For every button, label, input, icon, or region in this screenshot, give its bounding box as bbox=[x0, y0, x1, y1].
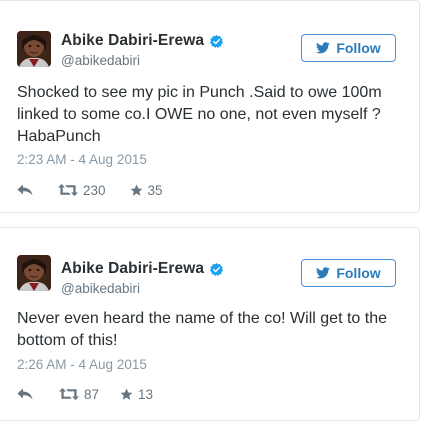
tweet-text-line: bottom of this! bbox=[17, 332, 118, 349]
reply-icon bbox=[17, 388, 33, 400]
retweet-button[interactable]: 230 bbox=[58, 183, 106, 198]
tweet-embed-page: Abike Dabiri-Erewa @abikedabiri Follow S… bbox=[0, 0, 424, 426]
retweet-count: 230 bbox=[83, 182, 106, 198]
retweet-count: 87 bbox=[84, 386, 100, 402]
tweet-actions: 230 35 bbox=[17, 181, 163, 199]
tweet-text: Shocked to see my pic in Punch .Said to … bbox=[17, 82, 407, 148]
tweet-card: Abike Dabiri-Erewa @abikedabiri Follow N… bbox=[0, 227, 420, 421]
star-icon bbox=[120, 388, 133, 400]
follow-button[interactable]: Follow bbox=[301, 34, 396, 62]
star-icon bbox=[130, 184, 142, 196]
tweet-text-line: Never even heard the name of the co! Wil… bbox=[17, 310, 387, 327]
avatar[interactable] bbox=[17, 31, 51, 67]
follow-button-label: Follow bbox=[336, 265, 381, 281]
avatar-image bbox=[17, 255, 51, 291]
user-info: Abike Dabiri-Erewa @abikedabiri bbox=[61, 259, 224, 296]
follow-button[interactable]: Follow bbox=[301, 259, 396, 287]
avatar-image bbox=[17, 31, 51, 67]
tweet-card: Abike Dabiri-Erewa @abikedabiri Follow S… bbox=[0, 0, 420, 213]
user-info: Abike Dabiri-Erewa @abikedabiri bbox=[61, 31, 224, 68]
retweet-button[interactable]: 87 bbox=[59, 387, 99, 402]
favorite-button[interactable]: 35 bbox=[130, 183, 163, 198]
verified-badge-icon bbox=[210, 262, 224, 276]
display-name-row: Abike Dabiri-Erewa bbox=[61, 259, 224, 279]
display-name[interactable]: Abike Dabiri-Erewa bbox=[61, 32, 204, 50]
tweet-text-line: HabaPunch bbox=[17, 128, 101, 145]
tweet-text: Never even heard the name of the co! Wil… bbox=[17, 308, 407, 352]
reply-icon bbox=[17, 184, 33, 196]
retweet-icon bbox=[59, 388, 79, 400]
tweet-text-line: linked to some co.I OWE no one, not even… bbox=[17, 106, 381, 123]
verified-badge-icon bbox=[210, 34, 224, 48]
twitter-bird-icon bbox=[316, 42, 331, 54]
user-handle[interactable]: @abikedabiri bbox=[61, 281, 224, 296]
display-name[interactable]: Abike Dabiri-Erewa bbox=[61, 260, 204, 278]
tweet-actions: 87 13 bbox=[17, 385, 153, 403]
tweet-text-line: Shocked to see my pic in Punch .Said to … bbox=[17, 84, 382, 101]
display-name-row: Abike Dabiri-Erewa bbox=[61, 31, 224, 51]
reply-button[interactable] bbox=[17, 388, 33, 400]
favorite-count: 35 bbox=[147, 182, 163, 198]
follow-button-label: Follow bbox=[336, 40, 381, 56]
favorite-button[interactable]: 13 bbox=[120, 387, 153, 402]
tweet-timestamp[interactable]: 2:26 AM - 4 Aug 2015 bbox=[17, 357, 147, 372]
avatar[interactable] bbox=[17, 255, 51, 291]
user-handle[interactable]: @abikedabiri bbox=[61, 53, 224, 68]
favorite-count: 13 bbox=[138, 386, 154, 402]
twitter-bird-icon bbox=[316, 267, 331, 279]
tweet-timestamp[interactable]: 2:23 AM - 4 Aug 2015 bbox=[17, 152, 147, 167]
reply-button[interactable] bbox=[17, 184, 33, 196]
retweet-icon bbox=[58, 184, 78, 196]
